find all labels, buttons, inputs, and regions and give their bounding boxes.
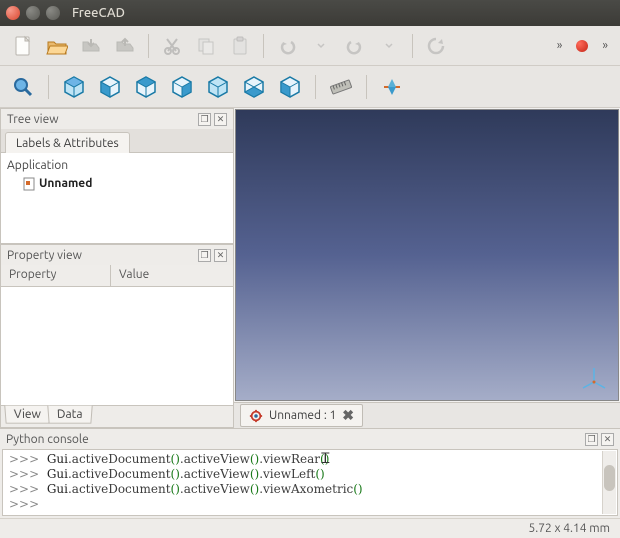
tree-body[interactable]: Application Unnamed: [1, 153, 233, 243]
left-column: Tree view ❐ ✕ Labels & Attributes Applic…: [0, 108, 234, 428]
axes-indicator-icon: [580, 364, 608, 392]
save-as-button[interactable]: [110, 31, 140, 61]
tree-doc-label: Unnamed: [39, 175, 92, 193]
main-toolbar: » »: [0, 26, 620, 66]
right-view-button[interactable]: [167, 72, 197, 102]
undo-button[interactable]: [272, 31, 302, 61]
panel-float-button[interactable]: ❐: [198, 249, 211, 262]
text-cursor-icon: Ꮖ: [321, 452, 330, 467]
toolbar-overflow-2[interactable]: »: [598, 39, 612, 52]
property-view-title: Property view: [7, 249, 82, 262]
console-scrollbar[interactable]: [602, 451, 616, 514]
toolbar-separator: [263, 34, 264, 58]
col-property[interactable]: Property: [1, 265, 111, 286]
refresh-button[interactable]: [421, 31, 451, 61]
property-grid-header: Property Value: [1, 265, 233, 287]
window-title: FreeCAD: [72, 6, 125, 20]
tree-doc-unnamed[interactable]: Unnamed: [7, 175, 227, 193]
toolbar-separator: [366, 75, 367, 99]
tree-root-application[interactable]: Application: [7, 157, 227, 175]
rear-view-button[interactable]: [203, 72, 233, 102]
tree-tabbar: Labels & Attributes: [1, 129, 233, 153]
top-view-button[interactable]: [131, 72, 161, 102]
status-dimensions: 5.72 x 4.14 mm: [528, 522, 610, 535]
console-line: >>> Gui.activeDocument().activeView().vi…: [9, 452, 611, 467]
tab-data[interactable]: Data: [47, 406, 92, 424]
console-line: >>> Gui.activeDocument().activeView().vi…: [9, 467, 611, 482]
save-button[interactable]: [76, 31, 106, 61]
bottom-view-button[interactable]: [239, 72, 269, 102]
gear-icon: [249, 409, 263, 423]
tree-view-title: Tree view: [7, 113, 59, 126]
window-minimize-button[interactable]: [26, 6, 40, 20]
console-line: >>>: [9, 497, 611, 512]
undo-dropdown[interactable]: [306, 31, 336, 61]
python-console-body[interactable]: Ꮖ >>> Gui.activeDocument().activeView().…: [2, 449, 618, 516]
redo-button[interactable]: [340, 31, 370, 61]
property-view-header: Property view ❐ ✕: [1, 245, 233, 265]
fit-all-button[interactable]: [8, 72, 38, 102]
window-titlebar: FreeCAD: [0, 0, 620, 26]
panel-close-button[interactable]: ✕: [214, 249, 227, 262]
panel-float-button[interactable]: ❐: [198, 113, 211, 126]
window-maximize-button[interactable]: [46, 6, 60, 20]
doc-tab-unnamed[interactable]: Unnamed : 1 ✖: [240, 404, 363, 427]
toolbar-separator: [48, 75, 49, 99]
tree-view-header: Tree view ❐ ✕: [1, 109, 233, 129]
part-design-button[interactable]: [377, 72, 407, 102]
tab-labels-attributes[interactable]: Labels & Attributes: [5, 132, 130, 153]
status-bar: 5.72 x 4.14 mm: [0, 518, 620, 538]
viewport-area: Unnamed : 1 ✖: [234, 108, 620, 428]
macro-record-button[interactable]: [576, 40, 588, 52]
3d-viewport[interactable]: [235, 109, 619, 401]
doc-tab-close-icon[interactable]: ✖: [342, 407, 354, 424]
main-area: Tree view ❐ ✕ Labels & Attributes Applic…: [0, 108, 620, 428]
cut-button[interactable]: [157, 31, 187, 61]
python-console-panel: Python console ❐ ✕ Ꮖ >>> Gui.activeDocum…: [0, 428, 620, 518]
toolbar-separator: [148, 34, 149, 58]
copy-button[interactable]: [191, 31, 221, 61]
property-view-panel: Property view ❐ ✕ Property Value View Da…: [0, 244, 234, 428]
property-grid-body[interactable]: [1, 287, 233, 405]
toolbar-separator: [315, 75, 316, 99]
property-bottom-tabs: View Data: [1, 405, 233, 427]
view-toolbar: [0, 66, 620, 108]
console-line: >>> Gui.activeDocument().activeView().vi…: [9, 482, 611, 497]
window-close-button[interactable]: [6, 6, 20, 20]
front-view-button[interactable]: [95, 72, 125, 102]
tree-view-panel: Tree view ❐ ✕ Labels & Attributes Applic…: [0, 108, 234, 244]
python-console-header: Python console ❐ ✕: [0, 429, 620, 449]
window-controls: [6, 6, 60, 20]
panel-close-button[interactable]: ✕: [601, 433, 614, 446]
toolbar-overflow[interactable]: »: [553, 39, 567, 52]
python-console-title: Python console: [6, 433, 89, 446]
redo-dropdown[interactable]: [374, 31, 404, 61]
left-view-button[interactable]: [275, 72, 305, 102]
panel-close-button[interactable]: ✕: [214, 113, 227, 126]
paste-button[interactable]: [225, 31, 255, 61]
open-file-button[interactable]: [42, 31, 72, 61]
document-icon: [23, 177, 35, 191]
panel-float-button[interactable]: ❐: [585, 433, 598, 446]
toolbar-separator: [412, 34, 413, 58]
document-tabbar: Unnamed : 1 ✖: [234, 402, 620, 428]
col-value[interactable]: Value: [111, 265, 233, 286]
doc-tab-label: Unnamed : 1: [269, 409, 336, 422]
axonometric-view-button[interactable]: [59, 72, 89, 102]
measure-distance-button[interactable]: [326, 72, 356, 102]
new-file-button[interactable]: [8, 31, 38, 61]
tab-view[interactable]: View: [4, 406, 50, 424]
scrollbar-thumb[interactable]: [604, 465, 615, 491]
